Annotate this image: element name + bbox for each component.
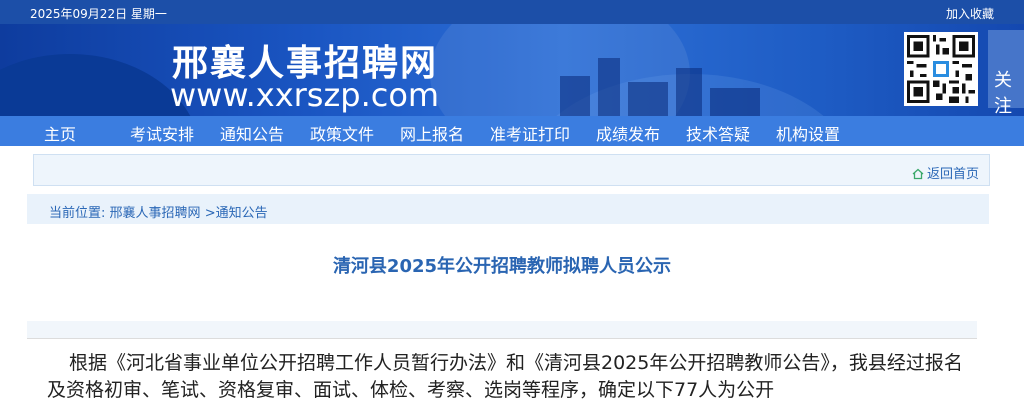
breadcrumb-prefix: 当前位置: — [49, 206, 106, 221]
nav-item-scores[interactable]: 成绩发布 — [596, 121, 660, 145]
main-nav: 主页 考试安排 通知公告 政策文件 网上报名 准考证打印 成绩发布 技术答疑 机… — [0, 116, 1024, 146]
breadcrumb: 当前位置: 邢襄人事招聘网 >通知公告 — [27, 194, 989, 224]
breadcrumb-home-link[interactable]: 邢襄人事招聘网 — [110, 206, 201, 221]
breadcrumb-trail: 当前位置: 邢襄人事招聘网 >通知公告 — [49, 202, 268, 221]
back-home-label: 返回首页 — [926, 167, 979, 182]
skyline-building — [560, 76, 590, 116]
back-home-link[interactable]: 返回首页 — [912, 163, 979, 182]
breadcrumb-separator: > — [204, 206, 216, 221]
top-bar: 2025年09月22日 星期一 加入收藏 — [0, 0, 1024, 24]
follow-tab[interactable]: 关注 — [988, 30, 1024, 116]
current-date: 2025年09月22日 星期一 — [30, 7, 167, 21]
site-url: www.xxrszp.com — [170, 76, 440, 114]
nav-item-online-registration[interactable]: 网上报名 — [400, 121, 464, 145]
article-title: 清河县2025年公开招聘教师拟聘人员公示 — [332, 256, 672, 277]
add-favorite-link[interactable]: 加入收藏 — [946, 5, 994, 22]
nav-item-policies[interactable]: 政策文件 — [310, 121, 374, 145]
nav-item-admission-ticket[interactable]: 准考证打印 — [490, 121, 570, 145]
site-banner: 邢襄人事招聘网 www.xxrszp.com 关注 — [0, 24, 1024, 116]
skyline-building — [628, 82, 668, 116]
skyline-building — [676, 68, 702, 116]
nav-item-organization[interactable]: 机构设置 — [776, 121, 840, 145]
title-divider — [27, 321, 977, 339]
home-icon — [912, 168, 924, 180]
nav-item-notices[interactable]: 通知公告 — [220, 121, 284, 145]
nav-item-tech-support[interactable]: 技术答疑 — [686, 121, 750, 145]
nav-item-exam-schedule[interactable]: 考试安排 — [130, 121, 194, 145]
article-body: 根据《河北省事业单位公开招聘工作人员暂行办法》和《清河县2025年公开招聘教师公… — [47, 352, 963, 400]
skyline-building — [598, 58, 620, 116]
return-bar: 返回首页 — [33, 154, 990, 186]
skyline-building — [710, 88, 760, 116]
breadcrumb-current-link[interactable]: 通知公告 — [216, 206, 268, 221]
qr-code-icon — [904, 32, 978, 106]
nav-item-home[interactable]: 主页 — [44, 121, 76, 145]
